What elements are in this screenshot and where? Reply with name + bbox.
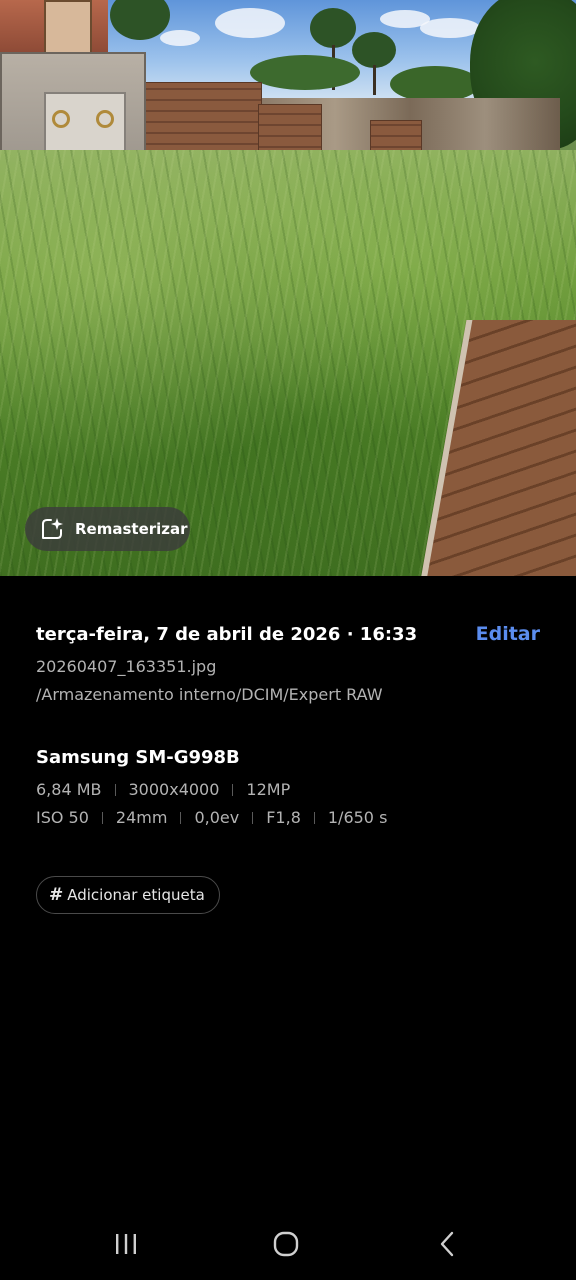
religious-image — [44, 0, 92, 56]
back-icon — [440, 1231, 454, 1257]
ring-handle — [96, 110, 114, 128]
add-tag-label: Adicionar etiqueta — [67, 886, 205, 904]
cloud — [215, 8, 285, 38]
capture-datetime: terça-feira, 7 de abril de 2026 · 16:33 — [36, 624, 418, 645]
cloud — [420, 18, 480, 38]
back-button[interactable] — [428, 1226, 468, 1262]
resolution: 3000x4000 — [128, 780, 220, 799]
divider — [232, 783, 234, 796]
hash-icon: # — [49, 885, 64, 905]
remaster-button[interactable]: Remasterizar — [25, 507, 190, 551]
tree-line — [250, 55, 360, 90]
shutter-speed: 1/650 s — [327, 808, 388, 827]
divider — [252, 811, 254, 824]
add-tag-button[interactable]: # Adicionar etiqueta — [36, 876, 220, 914]
tree-line — [390, 66, 480, 102]
divider — [180, 811, 182, 824]
home-button[interactable] — [266, 1226, 306, 1262]
divider — [114, 783, 116, 796]
home-icon — [273, 1231, 299, 1257]
tomb-headstone — [0, 0, 108, 56]
file-info-row: 6,84 MB 3000x4000 12MP — [36, 780, 290, 799]
iso: ISO 50 — [36, 808, 89, 827]
sparkle-frame-icon — [42, 518, 63, 539]
tree — [310, 8, 356, 48]
divider — [101, 811, 103, 824]
tree-trunk — [373, 65, 376, 95]
ring-handle — [52, 110, 70, 128]
details-panel: terça-feira, 7 de abril de 2026 · 16:33 … — [0, 576, 576, 1196]
focal-length: 24mm — [115, 808, 168, 827]
file-size: 6,84 MB — [36, 780, 102, 799]
file-name: 20260407_163351.jpg — [36, 657, 217, 676]
camera-info-row: ISO 50 24mm 0,0ev F1,8 1/650 s — [36, 808, 387, 827]
aperture: F1,8 — [266, 808, 301, 827]
exposure-value: 0,0ev — [194, 808, 240, 827]
cloud — [160, 30, 200, 46]
recent-apps-button[interactable] — [106, 1226, 146, 1262]
recent-apps-icon — [116, 1234, 136, 1254]
edit-button[interactable]: Editar — [476, 623, 540, 645]
photo-preview[interactable]: Remasterizar — [0, 0, 576, 576]
system-nav-bar — [0, 1196, 576, 1280]
remaster-label: Remasterizar — [75, 520, 188, 538]
device-model: Samsung SM-G998B — [36, 747, 240, 768]
megapixels: 12MP — [246, 780, 291, 799]
file-path: /Armazenamento interno/DCIM/Expert RAW — [36, 685, 383, 704]
divider — [313, 811, 315, 824]
tree — [352, 32, 396, 68]
